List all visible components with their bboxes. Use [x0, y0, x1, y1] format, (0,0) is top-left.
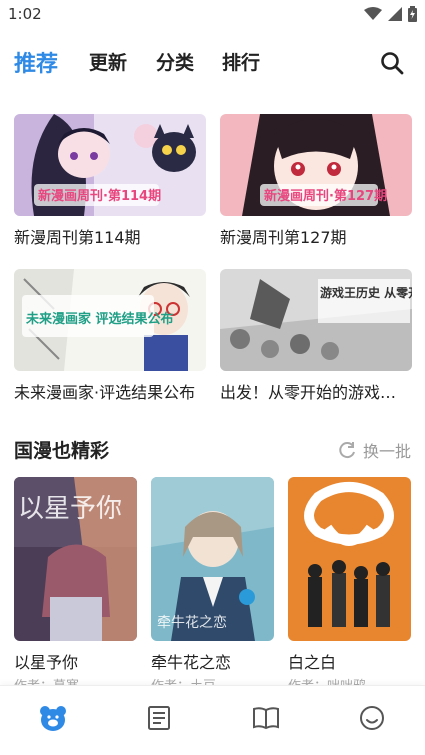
featured-title[interactable]: 新漫周刊第114期 [14, 224, 206, 248]
refresh-icon [339, 442, 355, 459]
featured-banner-text: 未来漫画家 评选结果公布 [25, 311, 174, 327]
featured-image[interactable]: 新漫画周刊·第127期 [220, 114, 412, 216]
tab-recommend[interactable]: 推荐 [14, 46, 58, 78]
search-icon[interactable] [379, 50, 405, 76]
wifi-icon [364, 7, 382, 20]
book-card[interactable]: 牵牛花之恋 牵牛花之恋 作者：土豆 [151, 477, 274, 694]
refresh-label: 换一批 [362, 442, 411, 461]
featured-image[interactable]: 未来漫画家 评选结果公布 [14, 269, 206, 371]
battery-icon [408, 6, 417, 22]
book-title[interactable]: 牵牛花之恋 [151, 649, 274, 673]
featured-card[interactable]: 新漫画周刊·第127期 新漫周刊第127期 [220, 114, 412, 248]
bottom-nav [0, 685, 425, 755]
featured-banner-text: 新漫画周刊·第114期 [38, 188, 161, 204]
book-cover-text: 牵牛花之恋 [157, 614, 227, 631]
status-bar: 1:02 [0, 0, 425, 30]
featured-banner-text: 新漫画周刊·第127期 [264, 188, 387, 204]
featured-image[interactable]: 游戏王历史 从零开始的环境之旅 [220, 269, 412, 371]
featured-card[interactable]: 游戏王历史 从零开始的环境之旅 出发！从零开始的游戏王历史 [220, 269, 412, 403]
document-list-icon[interactable] [145, 704, 173, 732]
tab-updates[interactable]: 更新 [89, 48, 127, 75]
featured-image[interactable]: 新漫画周刊·第114期 [14, 114, 206, 216]
top-nav: 推荐 更新 分类 排行 [0, 40, 425, 84]
featured-card[interactable]: 未来漫画家 评选结果公布 未来漫画家·评选结果公布 [14, 269, 206, 403]
smiley-icon[interactable] [358, 704, 386, 732]
book-card[interactable]: 白之白 作者：咄咄鸦 [288, 477, 411, 694]
book-title[interactable]: 以星予你 [14, 649, 137, 673]
book-cover[interactable]: 以星予你 [14, 477, 137, 641]
bear-icon[interactable] [39, 704, 67, 732]
section-title: 国漫也精彩 [14, 440, 110, 462]
tab-rankings[interactable]: 排行 [222, 48, 260, 75]
book-cover-text: 以星予你 [18, 494, 122, 524]
refresh-button[interactable]: 换一批 [337, 438, 411, 462]
featured-title[interactable]: 出发！从零开始的游戏王历史 [220, 379, 412, 403]
status-icons [364, 6, 417, 22]
open-book-icon[interactable] [252, 704, 280, 732]
tab-categories[interactable]: 分类 [156, 48, 194, 75]
signal-icon [388, 7, 402, 21]
book-title[interactable]: 白之白 [288, 649, 411, 673]
featured-title[interactable]: 未来漫画家·评选结果公布 [14, 379, 206, 403]
book-cover[interactable]: 牵牛花之恋 [151, 477, 274, 641]
featured-card[interactable]: 新漫画周刊·第114期 新漫周刊第114期 [14, 114, 206, 248]
featured-banner-text: 游戏王历史 从零开始的环境之旅 [320, 285, 412, 300]
status-time: 1:02 [8, 5, 42, 23]
featured-title[interactable]: 新漫周刊第127期 [220, 224, 412, 248]
book-cover[interactable] [288, 477, 411, 641]
book-card[interactable]: 以星予你 以星予你 作者：慕寒 [14, 477, 137, 694]
